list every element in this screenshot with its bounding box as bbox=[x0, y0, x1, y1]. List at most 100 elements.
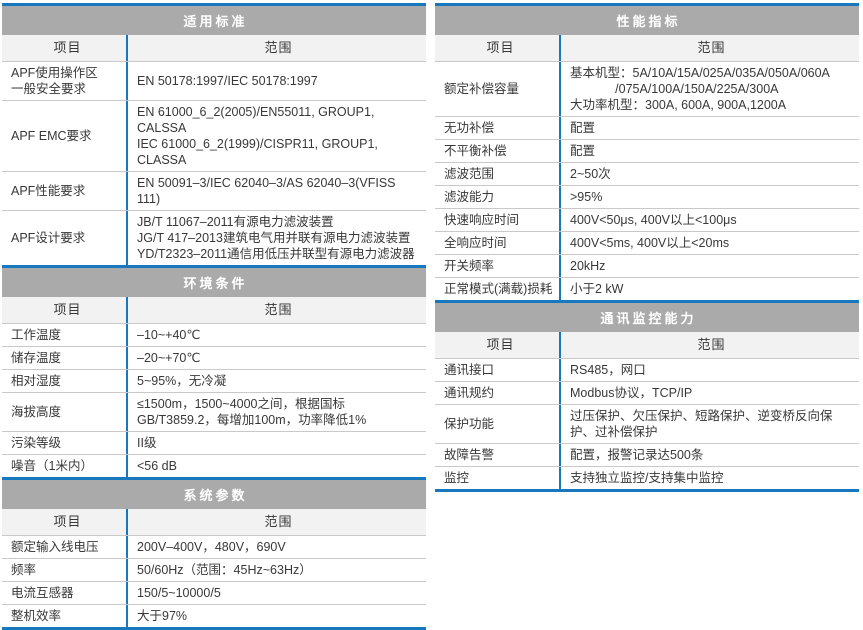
spec-row: 故障告警配置，报警记录达500条 bbox=[435, 444, 859, 467]
spec-item-value: 支持独立监控/支持集中监控 bbox=[559, 467, 859, 489]
spec-section: 适用标准项目范围APF使用操作区 一般安全要求EN 50178:1997/IEC… bbox=[2, 3, 426, 265]
spec-item-value: 大于97% bbox=[126, 605, 426, 627]
spec-item-label: 额定输入线电压 bbox=[2, 536, 126, 558]
section-title: 系统参数 bbox=[2, 477, 426, 509]
spec-item-label: 整机效率 bbox=[2, 605, 126, 627]
spec-item-value: <56 dB bbox=[126, 455, 426, 477]
spec-item-value: 2~50次 bbox=[559, 163, 859, 185]
spec-row: 通讯接口RS485，网口 bbox=[435, 359, 859, 382]
spec-row: 频率50/60Hz（范围：45Hz~63Hz） bbox=[2, 559, 426, 582]
spec-item-value: 400V<50μs, 400V以上<100μs bbox=[559, 209, 859, 231]
spec-row: 滤波能力>95% bbox=[435, 186, 859, 209]
spec-row: 工作温度–10~+40℃ bbox=[2, 324, 426, 347]
column-header-row: 项目范围 bbox=[2, 35, 426, 62]
spec-row: 电流互感器150/5~10000/5 bbox=[2, 582, 426, 605]
spec-item-value: 配置，报警记录达500条 bbox=[559, 444, 859, 466]
table-bottom-border bbox=[435, 489, 859, 492]
spec-item-label: 频率 bbox=[2, 559, 126, 581]
spec-item-label: 快速响应时间 bbox=[435, 209, 559, 231]
spec-item-label: 保护功能 bbox=[435, 405, 559, 443]
spec-row: 保护功能过压保护、欠压保护、短路保护、逆变桥反向保护、过补偿保护 bbox=[435, 405, 859, 444]
spec-item-label: 滤波范围 bbox=[435, 163, 559, 185]
spec-section: 通讯监控能力项目范围通讯接口RS485，网口通讯规约Modbus协议，TCP/I… bbox=[435, 300, 859, 489]
spec-item-value: 过压保护、欠压保护、短路保护、逆变桥反向保护、过补偿保护 bbox=[559, 405, 859, 443]
spec-row: 额定输入线电压200V–400V，480V，690V bbox=[2, 536, 426, 559]
spec-item-label: 通讯接口 bbox=[435, 359, 559, 381]
range-column-header: 范围 bbox=[126, 509, 426, 535]
spec-item-label: 额定补偿容量 bbox=[435, 62, 559, 116]
spec-item-value: Modbus协议，TCP/IP bbox=[559, 382, 859, 404]
spec-row: 海拔高度≤1500m，1500~4000之间，根据国标GB/T3859.2，每增… bbox=[2, 393, 426, 432]
range-column-header: 范围 bbox=[126, 297, 426, 323]
spec-row: 开关频率20kHz bbox=[435, 255, 859, 278]
spec-section: 系统参数项目范围额定输入线电压200V–400V，480V，690V频率50/6… bbox=[2, 477, 426, 627]
spec-item-value: 基本机型：5A/10A/15A/025A/035A/050A/060A /075… bbox=[559, 62, 859, 116]
spec-item-value: RS485，网口 bbox=[559, 359, 859, 381]
column-header-row: 项目范围 bbox=[2, 509, 426, 536]
spec-row: 储存温度–20~+70℃ bbox=[2, 347, 426, 370]
spec-item-label: 全响应时间 bbox=[435, 232, 559, 254]
spec-item-label: 滤波能力 bbox=[435, 186, 559, 208]
section-title: 性能指标 bbox=[435, 3, 859, 35]
spec-row: 整机效率大于97% bbox=[2, 605, 426, 627]
spec-item-label: 监控 bbox=[435, 467, 559, 489]
spec-row: 监控支持独立监控/支持集中监控 bbox=[435, 467, 859, 489]
range-column-header: 范围 bbox=[559, 332, 859, 358]
spec-item-label: 开关频率 bbox=[435, 255, 559, 277]
spec-row: APF性能要求EN 50091–3/IEC 62040–3/AS 62040–3… bbox=[2, 172, 426, 211]
spec-row: APF设计要求JB/T 11067–2011有源电力滤波装置 JG/T 417–… bbox=[2, 211, 426, 265]
range-column-header: 范围 bbox=[126, 35, 426, 61]
spec-item-value: EN 50091–3/IEC 62040–3/AS 62040–3(VFISS … bbox=[126, 172, 426, 210]
spec-section: 性能指标项目范围额定补偿容量基本机型：5A/10A/15A/025A/035A/… bbox=[435, 3, 859, 300]
spec-item-value: 150/5~10000/5 bbox=[126, 582, 426, 604]
spec-item-value: –10~+40℃ bbox=[126, 324, 426, 346]
spec-row: 通讯规约Modbus协议，TCP/IP bbox=[435, 382, 859, 405]
spec-row: 不平衡补偿配置 bbox=[435, 140, 859, 163]
spec-item-label: 不平衡补偿 bbox=[435, 140, 559, 162]
column-header-row: 项目范围 bbox=[435, 35, 859, 62]
spec-row: 相对湿度5~95%，无冷凝 bbox=[2, 370, 426, 393]
section-title: 适用标准 bbox=[2, 3, 426, 35]
spec-item-value: JB/T 11067–2011有源电力滤波装置 JG/T 417–2013建筑电… bbox=[126, 211, 426, 265]
spec-item-label: 工作温度 bbox=[2, 324, 126, 346]
spec-item-value: –20~+70℃ bbox=[126, 347, 426, 369]
spec-item-label: APF EMC要求 bbox=[2, 101, 126, 171]
left-column: 适用标准项目范围APF使用操作区 一般安全要求EN 50178:1997/IEC… bbox=[2, 3, 426, 630]
spec-row: 滤波范围2~50次 bbox=[435, 163, 859, 186]
item-column-header: 项目 bbox=[2, 509, 126, 535]
spec-item-value: 配置 bbox=[559, 117, 859, 139]
spec-item-value: >95% bbox=[559, 186, 859, 208]
spec-item-value: 400V<5ms, 400V以上<20ms bbox=[559, 232, 859, 254]
spec-item-value: 配置 bbox=[559, 140, 859, 162]
item-column-header: 项目 bbox=[2, 35, 126, 61]
spec-item-label: 故障告警 bbox=[435, 444, 559, 466]
right-column: 性能指标项目范围额定补偿容量基本机型：5A/10A/15A/025A/035A/… bbox=[435, 3, 859, 630]
spec-item-value: 200V–400V，480V，690V bbox=[126, 536, 426, 558]
spec-item-value: ≤1500m，1500~4000之间，根据国标GB/T3859.2，每增加100… bbox=[126, 393, 426, 431]
spec-item-label: 通讯规约 bbox=[435, 382, 559, 404]
spec-item-label: APF设计要求 bbox=[2, 211, 126, 265]
spec-item-label: 海拔高度 bbox=[2, 393, 126, 431]
spec-section: 环境条件项目范围工作温度–10~+40℃储存温度–20~+70℃相对湿度5~95… bbox=[2, 265, 426, 477]
column-header-row: 项目范围 bbox=[2, 297, 426, 324]
spec-item-value: 小于2 kW bbox=[559, 278, 859, 300]
spec-item-value: EN 61000_6_2(2005)/EN55011, GROUP1, CALS… bbox=[126, 101, 426, 171]
spec-item-value: II级 bbox=[126, 432, 426, 454]
spec-item-label: 正常模式(满载)损耗 bbox=[435, 278, 559, 300]
item-column-header: 项目 bbox=[435, 332, 559, 358]
spec-row: 无功补偿配置 bbox=[435, 117, 859, 140]
spec-item-label: 无功补偿 bbox=[435, 117, 559, 139]
section-title: 环境条件 bbox=[2, 265, 426, 297]
spec-item-value: 5~95%，无冷凝 bbox=[126, 370, 426, 392]
spec-row: 快速响应时间400V<50μs, 400V以上<100μs bbox=[435, 209, 859, 232]
spec-row: 污染等级II级 bbox=[2, 432, 426, 455]
item-column-header: 项目 bbox=[2, 297, 126, 323]
spec-item-label: APF性能要求 bbox=[2, 172, 126, 210]
spec-item-label: 储存温度 bbox=[2, 347, 126, 369]
spec-item-label: APF使用操作区 一般安全要求 bbox=[2, 62, 126, 100]
spec-item-value: 50/60Hz（范围：45Hz~63Hz） bbox=[126, 559, 426, 581]
spec-row: APF EMC要求EN 61000_6_2(2005)/EN55011, GRO… bbox=[2, 101, 426, 172]
spec-row: 噪音（1米内）<56 dB bbox=[2, 455, 426, 477]
item-column-header: 项目 bbox=[435, 35, 559, 61]
column-header-row: 项目范围 bbox=[435, 332, 859, 359]
